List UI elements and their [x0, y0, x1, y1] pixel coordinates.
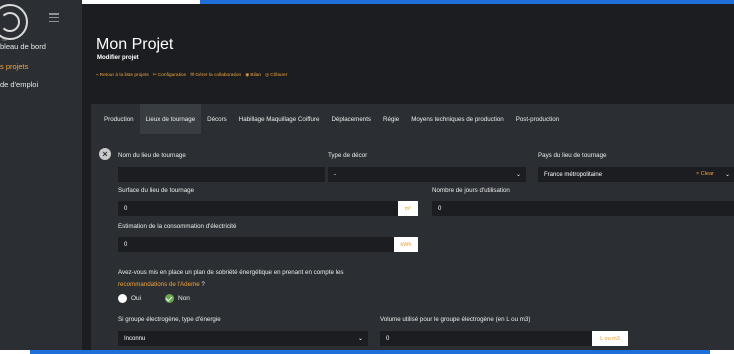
- groupe-select[interactable]: Inconnu ⌄: [118, 331, 368, 346]
- chevron-down-icon: ⌄: [515, 172, 521, 178]
- conso-label: Estimation de la consommation d'électric…: [118, 223, 237, 230]
- tab-decors[interactable]: Décors: [201, 104, 233, 134]
- tab-moyens-techniques[interactable]: Moyens techniques de production: [405, 104, 510, 134]
- volume-input[interactable]: 0: [380, 331, 592, 346]
- radio-non-label: Non: [178, 295, 190, 302]
- configuration-link[interactable]: ✂ Configuration: [153, 73, 187, 78]
- surface-label: Surface du lieu de tournage: [118, 187, 195, 194]
- clear-selection-button[interactable]: × Clear: [696, 171, 714, 177]
- tab-post-production[interactable]: Post-production: [510, 104, 565, 134]
- tab-lieux-de-tournage[interactable]: Lieux de tournage: [139, 104, 202, 134]
- radio-oui-label: Oui: [131, 295, 142, 302]
- action-links: «Retour à la liste projets ✂ Configuratio…: [96, 73, 287, 78]
- type-decor-label: Type de décor: [328, 152, 368, 159]
- tab-regie[interactable]: Régie: [377, 104, 405, 134]
- chevron-down-icon: ⌄: [724, 172, 730, 178]
- bilan-icon: ◉: [245, 73, 250, 78]
- sobriete-question-text: Avez-vous mis en place un plan de sobrié…: [118, 269, 344, 276]
- main-content: Mon Projet Modifier projet «Retour à la …: [82, 4, 734, 350]
- page-subtitle: Modifier projet: [97, 55, 139, 61]
- tab-bar: Production Lieux de tournage Décors Habi…: [91, 104, 734, 134]
- sobriete-question: Avez-vous mis en place un plan de sobrié…: [118, 267, 344, 291]
- groupe-label: Si groupe électrogène, type d'énergie: [118, 316, 221, 323]
- jours-label: Nombre de jours d'utilisation: [432, 187, 510, 194]
- sidebar-item-dashboard[interactable]: bleau de bord: [0, 42, 46, 51]
- collaboration-link[interactable]: ✉ Gérer la collaboration: [190, 73, 241, 78]
- project-form-card: Production Lieux de tournage Décors Habi…: [91, 104, 734, 350]
- surface-unit: m²: [398, 201, 418, 216]
- cloturer-icon: ◎: [265, 73, 270, 78]
- logo-ring: [0, 12, 20, 32]
- page-title: Mon Projet: [96, 36, 174, 53]
- radio-non[interactable]: Non: [165, 294, 190, 303]
- surface-input[interactable]: 0: [118, 201, 398, 216]
- tab-habillage[interactable]: Habillage Maquillage Coiffure: [233, 104, 326, 134]
- tab-production[interactable]: Production: [91, 104, 140, 134]
- ademe-recommendations-link[interactable]: recommandations de l'Ademe: [118, 281, 200, 288]
- sidebar: Se bleau de bord s projets de d'emploi: [0, 0, 82, 350]
- conso-input[interactable]: 0: [118, 237, 394, 252]
- type-decor-value: -: [334, 171, 336, 178]
- chevron-down-icon: ⌄: [357, 336, 363, 342]
- question-mark: ?: [199, 281, 205, 288]
- remove-location-icon[interactable]: ×: [99, 148, 111, 160]
- back-to-projects-link[interactable]: «Retour à la liste projets: [96, 73, 149, 78]
- groupe-value: Inconnu: [124, 335, 146, 342]
- pays-value: France métropolitaine: [544, 171, 603, 178]
- hamburger-menu-icon[interactable]: [49, 13, 59, 22]
- nom-lieu-input[interactable]: [118, 167, 325, 182]
- tab-deplacements[interactable]: Déplacements: [325, 104, 377, 134]
- pays-label: Pays du lieu de tournage: [538, 152, 607, 159]
- conso-unit: kWh: [394, 237, 418, 252]
- cloturer-link[interactable]: ◎ Clôturer: [265, 73, 287, 78]
- type-decor-select[interactable]: - ⌄: [328, 167, 526, 182]
- volume-label: Volume utilisé pour le groupe électrogèn…: [380, 316, 531, 323]
- radio-oui-circle[interactable]: [118, 294, 127, 303]
- sidebar-item-user-guide[interactable]: de d'emploi: [0, 80, 38, 89]
- pays-select[interactable]: France métropolitaine × Clear ⌄: [538, 167, 734, 182]
- nom-lieu-label: Nom du lieu de tournage: [118, 152, 186, 159]
- sidebar-item-projects[interactable]: s projets: [0, 62, 28, 71]
- radio-oui[interactable]: Oui: [118, 294, 141, 303]
- bilan-link[interactable]: ◉ Bilan: [245, 73, 261, 78]
- back-arrow-icon: «: [96, 73, 99, 78]
- check-icon[interactable]: [165, 294, 174, 303]
- bottom-accent-bar: [30, 350, 710, 354]
- logo: [0, 4, 28, 40]
- configuration-icon: ✂: [152, 73, 157, 78]
- collaboration-icon: ✉: [190, 73, 195, 78]
- jours-input[interactable]: 0: [432, 201, 734, 216]
- volume-unit: L ou m3: [592, 331, 628, 346]
